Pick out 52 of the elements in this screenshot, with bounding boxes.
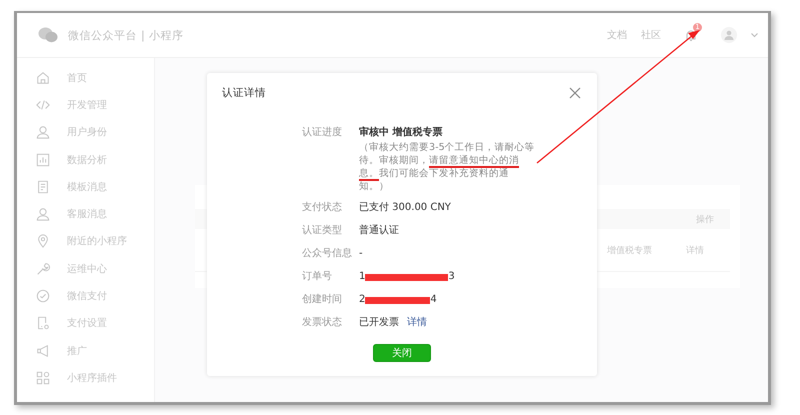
field-label: 认证进度 xyxy=(302,126,343,140)
field-value: 1 xyxy=(359,270,366,284)
sidebar-item[interactable]: 推广 xyxy=(17,336,154,364)
field-label: 支付状态 xyxy=(302,200,343,215)
nav-link[interactable]: 文档 xyxy=(607,28,627,42)
field-label: 订单号 xyxy=(302,270,333,284)
phone-settings-icon xyxy=(36,316,50,330)
field-label: 发票状态 xyxy=(302,316,343,330)
close-button[interactable]: 关闭 xyxy=(373,344,431,362)
megaphone-icon xyxy=(36,344,50,358)
dialog-title: 认证详情 xyxy=(222,86,266,100)
field-label: 认证类型 xyxy=(302,224,343,238)
close-icon[interactable] xyxy=(569,87,581,99)
field-value: - xyxy=(359,247,363,261)
field-label: 公众号信息 xyxy=(302,246,353,261)
field-value: 普通认证 xyxy=(359,224,399,238)
sidebar-item[interactable]: 运维中心 xyxy=(17,255,154,282)
details-link[interactable]: 详情 xyxy=(407,315,427,331)
chart-icon xyxy=(36,152,50,167)
sidebar-item[interactable]: 首页 xyxy=(17,64,154,92)
chat-bubbles-icon xyxy=(38,27,58,43)
sidebar-item[interactable]: 微信支付 xyxy=(17,282,154,310)
code-icon xyxy=(36,98,50,112)
chevron-down-icon[interactable] xyxy=(751,32,758,38)
wrench-icon xyxy=(36,262,50,276)
location-pin-icon xyxy=(36,234,50,248)
check-circle-icon xyxy=(36,289,50,304)
field-value: 已支付 300.00 CNY xyxy=(359,200,451,215)
field-value: 4 xyxy=(430,293,437,307)
field-value: 已开发票 xyxy=(359,316,399,330)
field-label: 创建时间 xyxy=(302,292,343,307)
document-icon xyxy=(36,180,50,194)
sidebar-item[interactable]: 模板消息 xyxy=(17,173,154,200)
platform-title: 微信公众平台 | 小程序 xyxy=(68,28,184,42)
nav-link[interactable]: 社区 xyxy=(641,28,661,42)
sidebar-item[interactable]: 数据分析 xyxy=(17,146,154,174)
sidebar-item[interactable]: 附近的小程序 xyxy=(17,228,154,256)
redaction-bar xyxy=(365,296,430,304)
sidebar-item[interactable]: 小程序插件 xyxy=(17,364,154,392)
sidebar-item[interactable]: 开发管理 xyxy=(17,91,154,119)
sidebar-item[interactable]: 客服消息 xyxy=(17,200,154,228)
sidebar-item[interactable]: 支付设置 xyxy=(17,310,154,337)
status-value: 审核中 增值税专票 xyxy=(359,125,442,140)
sidebar-item[interactable]: 用户身份 xyxy=(17,118,154,146)
status-note: （审核大约需要3-5个工作日，请耐心等待。审核期间，请留意通知中心的消息。我们可能会下发补充资料的通知。） xyxy=(359,141,535,193)
user-icon xyxy=(36,207,50,222)
bell-icon[interactable] xyxy=(685,28,697,42)
field-value: 3 xyxy=(448,270,455,284)
house-icon xyxy=(36,70,50,85)
grid-icon xyxy=(36,370,50,385)
field-value: 2 xyxy=(359,293,366,307)
user-icon xyxy=(36,125,50,140)
